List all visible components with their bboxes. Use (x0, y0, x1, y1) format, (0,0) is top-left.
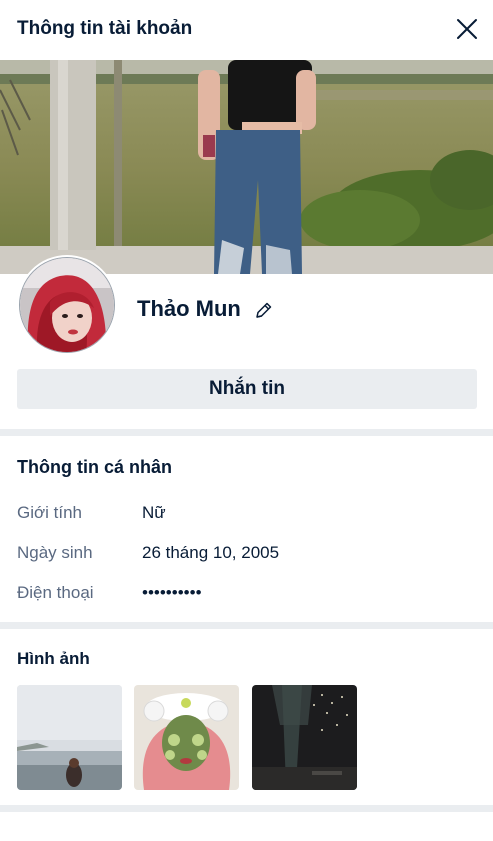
cover-photo[interactable] (0, 60, 493, 274)
avatar-image (19, 257, 115, 353)
photo-thumbnail[interactable] (17, 685, 122, 790)
phone-value: •••••••••• (142, 583, 202, 602)
avatar[interactable] (17, 255, 117, 355)
close-icon (457, 19, 477, 39)
section-divider (0, 429, 493, 436)
phone-label: Điện thoại (17, 583, 94, 602)
profile-name: Thảo Mun (137, 296, 241, 321)
edit-name-button[interactable] (254, 300, 274, 320)
message-button[interactable]: Nhắn tin (17, 369, 477, 409)
gender-label: Giới tính (17, 503, 83, 522)
photo-thumbnail[interactable] (134, 685, 239, 790)
photo-thumbnail[interactable] (252, 685, 357, 790)
photos-title: Hình ảnh (17, 649, 90, 668)
section-divider (0, 622, 493, 629)
gender-value: Nữ (142, 503, 166, 522)
personal-info-title: Thông tin cá nhân (17, 457, 172, 477)
birthday-label: Ngày sinh (17, 543, 93, 562)
section-divider (0, 805, 493, 812)
modal-title: Thông tin tài khoản (17, 18, 193, 39)
birthday-value: 26 tháng 10, 2005 (142, 543, 280, 562)
edit-pencil-icon (256, 302, 272, 318)
modal-header: Thông tin tài khoản (0, 0, 493, 60)
close-button[interactable] (452, 14, 482, 44)
